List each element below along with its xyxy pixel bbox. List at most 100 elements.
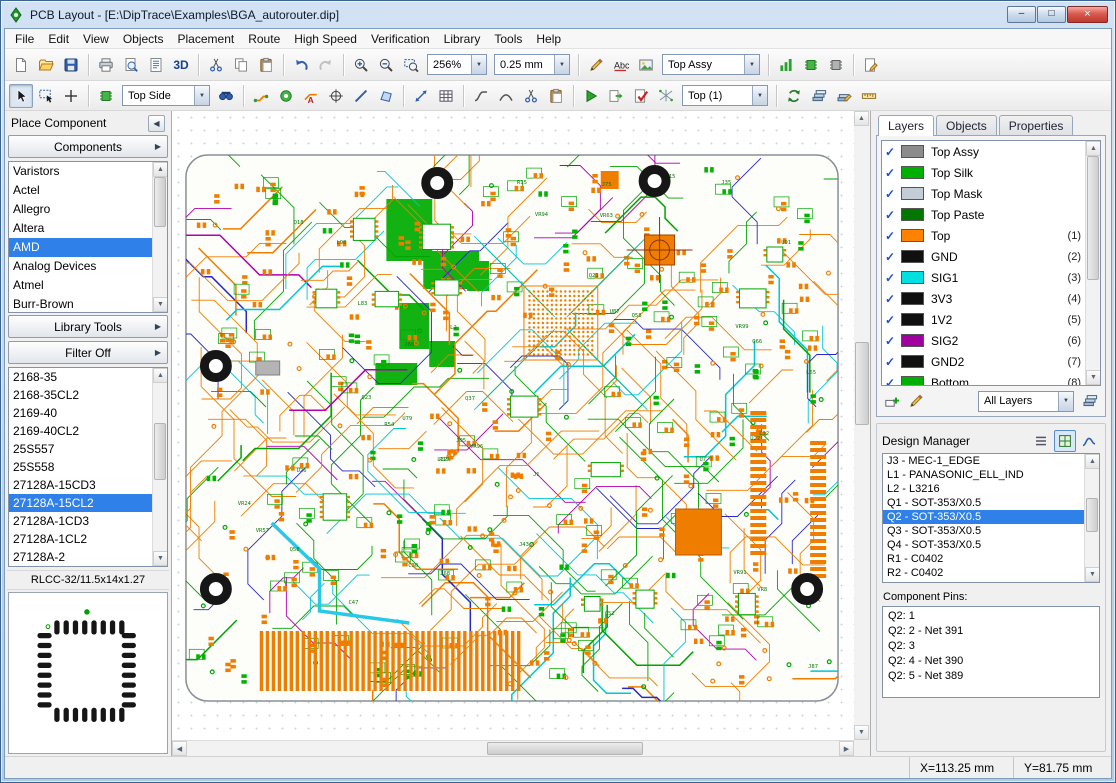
- layer-visible-checkbox[interactable]: ✓: [885, 187, 901, 201]
- scrollbar-track[interactable]: [1085, 469, 1099, 567]
- layer-color-swatch[interactable]: [901, 229, 924, 242]
- placement-side-combo[interactable]: Top Side ▼: [122, 85, 210, 106]
- scrollbar-thumb[interactable]: [1086, 498, 1098, 532]
- layer-visible-checkbox[interactable]: ✓: [885, 229, 901, 243]
- layer-row[interactable]: ✓ SIG2 (6): [882, 330, 1085, 351]
- layer-row[interactable]: ✓ Top Mask: [882, 183, 1085, 204]
- scrollbar-track[interactable]: [854, 126, 870, 725]
- scroll-down-button[interactable]: ▼: [153, 297, 167, 312]
- layer-visible-checkbox[interactable]: ✓: [885, 313, 901, 327]
- layer-row[interactable]: ✓ GND (2): [882, 246, 1085, 267]
- layer-row[interactable]: ✓ Bottom (8): [882, 372, 1085, 385]
- layer-visible-checkbox[interactable]: ✓: [885, 376, 901, 386]
- route-trace-button[interactable]: [249, 84, 273, 108]
- library-item[interactable]: Burr-Brown: [9, 295, 152, 312]
- library-item[interactable]: Analog Devices: [9, 257, 152, 276]
- layer-row[interactable]: ✓ Top Assy: [882, 141, 1085, 162]
- design-objects-scrollbar[interactable]: ▲ ▼: [1084, 454, 1099, 582]
- pcb-canvas[interactable]: R19 U26 R54 U7 U22 VR57 VR24 U79 U87 J35 Q21 J87 L2 U…: [172, 111, 854, 740]
- design-object-item[interactable]: L1 - PANASONIC_ELL_IND: [883, 468, 1084, 482]
- placement-table-button[interactable]: [434, 84, 458, 108]
- pin-item[interactable]: Q2: 5 - Net 389: [883, 669, 1099, 684]
- components-button[interactable]: Components ▶: [8, 135, 168, 158]
- draw-marking-button[interactable]: [584, 53, 608, 77]
- pin-item[interactable]: Q2: 1: [883, 609, 1099, 624]
- library-item[interactable]: Altera: [9, 219, 152, 238]
- tab-properties[interactable]: Properties: [998, 115, 1074, 136]
- run-autorouter-button[interactable]: [579, 84, 603, 108]
- pattern-item[interactable]: 2169-40CL2: [9, 422, 152, 440]
- layer-color-swatch[interactable]: [901, 187, 924, 200]
- scroll-up-button[interactable]: ▲: [1086, 141, 1100, 156]
- menu-view[interactable]: View: [76, 30, 116, 48]
- collapse-panel-button[interactable]: ◀: [148, 114, 165, 132]
- tab-layers[interactable]: Layers: [878, 115, 935, 136]
- library-item[interactable]: AMD: [9, 238, 152, 257]
- layer-setup-button[interactable]: [832, 84, 856, 108]
- print-button[interactable]: [94, 53, 118, 77]
- dm-nets-button[interactable]: [1078, 430, 1100, 452]
- find-component-button[interactable]: [214, 84, 238, 108]
- library-item[interactable]: Allegro: [9, 200, 152, 219]
- pattern-item[interactable]: 27128A-15CD3: [9, 476, 152, 494]
- layer-row[interactable]: ✓ Top Paste: [882, 204, 1085, 225]
- component-values-button[interactable]: [774, 53, 798, 77]
- menu-route[interactable]: Route: [241, 30, 287, 48]
- layers-scrollbar[interactable]: ▲ ▼: [1085, 141, 1100, 385]
- design-object-item[interactable]: Q3 - SOT-353/X0.5: [883, 524, 1084, 538]
- print-titles-button[interactable]: [144, 53, 168, 77]
- placement-setup-button[interactable]: [824, 53, 848, 77]
- layer-visible-checkbox[interactable]: ✓: [885, 166, 901, 180]
- zoom-window-button[interactable]: [399, 53, 423, 77]
- layer-stack-button[interactable]: [807, 84, 831, 108]
- menu-placement[interactable]: Placement: [171, 30, 242, 48]
- layer-filter-combo[interactable]: All Layers ▼: [978, 390, 1074, 412]
- ratlines-button[interactable]: [654, 84, 678, 108]
- layer-visible-checkbox[interactable]: ✓: [885, 145, 901, 159]
- measure-grid-button[interactable]: [857, 84, 881, 108]
- export-rules-button[interactable]: [604, 84, 628, 108]
- library-item[interactable]: Atmel: [9, 276, 152, 295]
- zoom-out-button[interactable]: [374, 53, 398, 77]
- current-layer-combo[interactable]: Top (1) ▼: [682, 85, 768, 106]
- scrollbar-track[interactable]: [187, 741, 839, 756]
- layer-color-swatch[interactable]: [901, 166, 924, 179]
- menu-library[interactable]: Library: [437, 30, 488, 48]
- place-component-button[interactable]: [94, 84, 118, 108]
- scrollbar-thumb[interactable]: [154, 423, 166, 481]
- library-item[interactable]: Actel: [9, 181, 152, 200]
- select-tool-button[interactable]: [9, 83, 33, 108]
- pattern-item[interactable]: 27128A-2: [9, 548, 152, 566]
- layers-list[interactable]: ✓ Top Assy ✓ Top Silk ✓ Top Mask ✓ Top Paste ✓ To…: [881, 140, 1101, 386]
- dm-grid-view-button[interactable]: [1054, 429, 1076, 452]
- layer-visible-checkbox[interactable]: ✓: [885, 334, 901, 348]
- menu-help[interactable]: Help: [529, 30, 568, 48]
- layer-row[interactable]: ✓ Top Silk: [882, 162, 1085, 183]
- print-preview-button[interactable]: [119, 53, 143, 77]
- pattern-list[interactable]: 2168-35 2168-35CL2 2169-40 2169-40CL2 25S557…: [8, 367, 168, 567]
- pattern-item[interactable]: 27128A-1CL2: [9, 530, 152, 548]
- library-list-scrollbar[interactable]: ▲ ▼: [152, 162, 167, 312]
- scroll-up-button[interactable]: ▲: [153, 162, 167, 177]
- layer-row[interactable]: ✓ 3V3 (4): [882, 288, 1085, 309]
- place-text-button[interactable]: Abc: [609, 53, 633, 77]
- scroll-up-button[interactable]: ▲: [1085, 454, 1099, 469]
- pin-item[interactable]: Q2: 3: [883, 639, 1099, 654]
- drc-button[interactable]: [629, 84, 653, 108]
- pattern-item[interactable]: 25S557: [9, 440, 152, 458]
- menu-tools[interactable]: Tools: [487, 30, 529, 48]
- scroll-down-button[interactable]: ▼: [153, 551, 167, 566]
- place-line-button[interactable]: [349, 84, 373, 108]
- via-style-button[interactable]: [324, 84, 348, 108]
- layer-color-swatch[interactable]: [901, 376, 924, 385]
- pattern-item[interactable]: 2168-35CL2: [9, 386, 152, 404]
- design-objects-list[interactable]: J3 - MEC-1_EDGE L1 - PANASONIC_ELL_IND L2 …: [882, 453, 1100, 583]
- pattern-editor-button[interactable]: [799, 53, 823, 77]
- library-list[interactable]: Varistors Actel Allegro Altera AMD Analog Dev…: [8, 161, 168, 313]
- layer-visible-checkbox[interactable]: ✓: [885, 250, 901, 264]
- tab-objects[interactable]: Objects: [936, 115, 997, 136]
- undo-button[interactable]: [289, 53, 313, 77]
- layer-visible-checkbox[interactable]: ✓: [885, 271, 901, 285]
- edit-trace-button[interactable]: [469, 84, 493, 108]
- design-object-item[interactable]: J3 - MEC-1_EDGE: [883, 454, 1084, 468]
